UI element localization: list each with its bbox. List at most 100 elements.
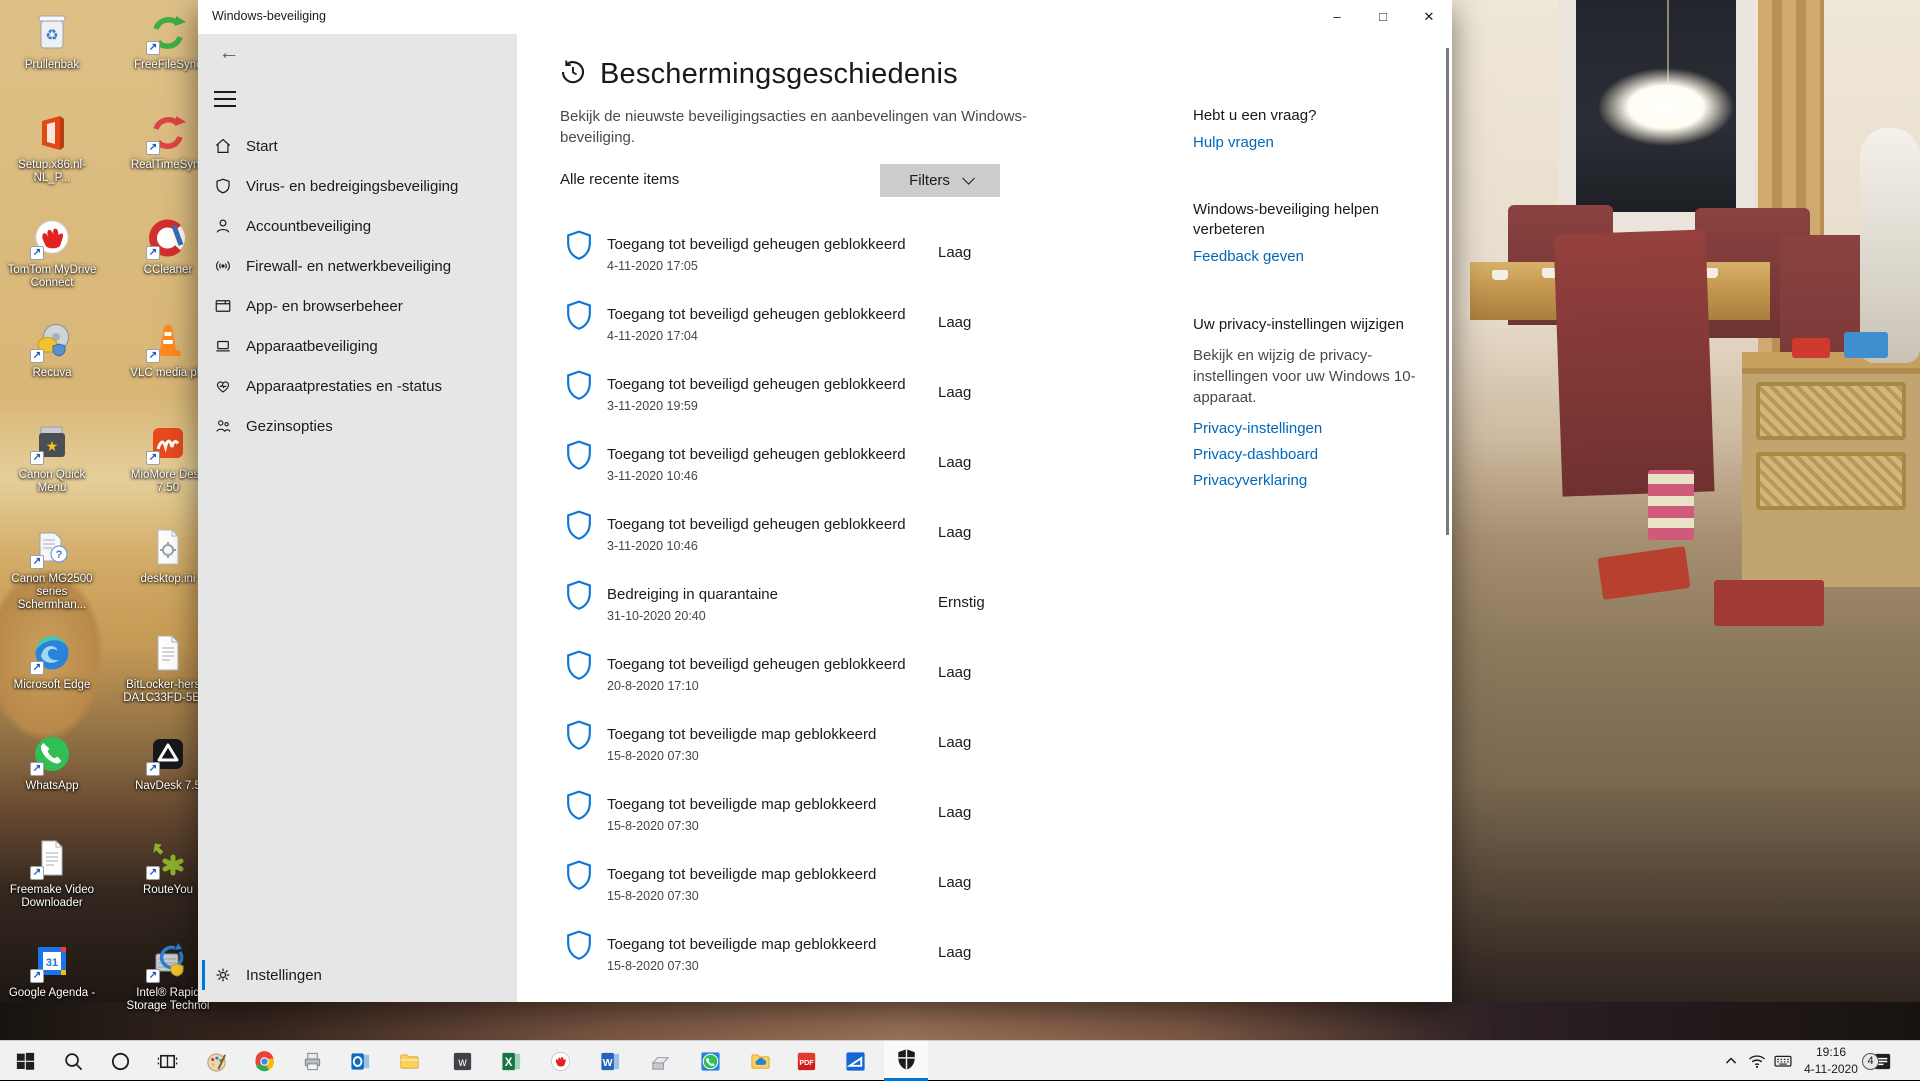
sync-red-icon: ↗ <box>145 110 191 156</box>
history-severity: Laag <box>938 664 971 681</box>
close-button[interactable]: ✕ <box>1406 0 1452 34</box>
history-date: 20-8-2020 17:10 <box>607 679 699 693</box>
feedback-link[interactable]: Feedback geven <box>1193 248 1304 265</box>
desktop-icon-tomtom-mydrive-connect[interactable]: ↗ TomTom MyDrive Connect <box>5 215 99 290</box>
taskbar-windows-security-button[interactable] <box>884 1041 928 1081</box>
history-row[interactable]: Bedreiging in quarantaine31-10-2020 20:4… <box>560 578 1030 640</box>
history-row[interactable]: Toegang tot beveiligde map geblokkeerd15… <box>560 718 1030 780</box>
taskbar-word-button[interactable]: W <box>588 1041 632 1081</box>
taskbar-whatsapp-button[interactable] <box>688 1041 732 1081</box>
history-row[interactable]: Toegang tot beveiligde map geblokkeerd15… <box>560 858 1030 920</box>
shortcut-arrow-icon: ↗ <box>30 451 44 465</box>
shortcut-arrow-icon: ↗ <box>146 246 160 260</box>
taskbar-onedrive-folder-button[interactable] <box>738 1041 782 1081</box>
back-button[interactable]: ← <box>214 38 244 68</box>
desktop-icon-freemake-video-downloader[interactable]: ↗Freemake Video Downloader <box>5 835 99 910</box>
history-title: Toegang tot beveiligde map geblokkeerd <box>607 936 876 953</box>
history-severity: Laag <box>938 314 971 331</box>
taskbar-chrome-button[interactable] <box>242 1041 286 1081</box>
desktop-icon-label: TomTom MyDrive Connect <box>5 264 99 290</box>
taskbar-excel-button[interactable]: X <box>489 1041 533 1081</box>
recuva-icon: ↗ <box>29 318 75 364</box>
privacy-statement-link[interactable]: Privacyverklaring <box>1193 472 1307 489</box>
history-row[interactable]: Toegang tot beveiligde map geblokkeerd15… <box>560 928 1030 990</box>
desktop-icon-whatsapp[interactable]: ↗ WhatsApp <box>5 731 99 793</box>
titlebar[interactable]: Windows-beveiliging – □ ✕ <box>198 0 1452 34</box>
scrollbar-thumb[interactable] <box>1446 48 1449 535</box>
sidebar-item-gezinsopties[interactable]: Gezinsopties <box>198 406 517 446</box>
sidebar-item-apparaatbeveiliging[interactable]: Apparaatbeveiliging <box>198 326 517 366</box>
taskbar-scanner-button[interactable] <box>638 1041 682 1081</box>
sidebar-item-accountbeveiliging[interactable]: Accountbeveiliging <box>198 206 517 246</box>
taskbar-search-button[interactable] <box>51 1041 95 1081</box>
desktop-icon-canon-mg2500-series-schermhan[interactable]: ?↗Canon MG2500 series Schermhan... <box>5 524 99 612</box>
history-row[interactable]: Toegang tot beveiligd geheugen geblokkee… <box>560 228 1030 290</box>
filters-button[interactable]: Filters <box>880 164 1000 197</box>
shortcut-arrow-icon: ↗ <box>146 866 160 880</box>
shortcut-arrow-icon: ↗ <box>30 246 44 260</box>
sidebar-item-app-en-browserbeheer[interactable]: App- en browserbeheer <box>198 286 517 326</box>
desktop-icon-label: Freemake Video Downloader <box>5 884 99 910</box>
notification-center-button[interactable]: 4 <box>1862 1041 1902 1081</box>
paint-icon <box>205 1050 228 1073</box>
history-row[interactable]: Toegang tot beveiligd geheugen geblokkee… <box>560 298 1030 360</box>
sidebar-item-label: Firewall- en netwerkbeveiliging <box>246 258 451 275</box>
desktop-icon-label: WhatsApp <box>5 780 99 793</box>
word-icon: W <box>599 1050 622 1073</box>
get-help-link[interactable]: Hulp vragen <box>1193 134 1274 151</box>
taskbar-pdf-button[interactable]: PDF <box>784 1041 828 1081</box>
vlc-icon: ↗ <box>145 318 191 364</box>
whatsapp-icon <box>699 1050 722 1073</box>
desktop-icon-canon-quick-menu[interactable]: ★↗Canon Quick Menu <box>5 420 99 495</box>
maximize-button[interactable]: □ <box>1360 0 1406 34</box>
sidebar-item-instellingen[interactable]: Instellingen <box>198 955 517 995</box>
desktop-icon-label: Google Agenda - <box>5 987 99 1000</box>
privacy-settings-link[interactable]: Privacy-instellingen <box>1193 420 1322 437</box>
history-row[interactable]: Toegang tot beveiligde map geblokkeerd15… <box>560 788 1030 850</box>
history-date: 15-8-2020 07:30 <box>607 749 699 763</box>
taskbar-tomtom-button[interactable] <box>538 1041 582 1081</box>
history-title: Toegang tot beveiligde map geblokkeerd <box>607 796 876 813</box>
start-button[interactable] <box>3 1041 47 1081</box>
sidebar-item-virus-en-bedreigingsbeveiliging[interactable]: Virus- en bedreigingsbeveiliging <box>198 166 517 206</box>
tray-keyboard-button[interactable] <box>1767 1041 1799 1081</box>
desktop-icon-setup-x86-nl-nl-p[interactable]: Setup.x86.nl-NL_P... <box>5 110 99 185</box>
taskbar-clock[interactable]: 19:16 4-11-2020 <box>1796 1044 1866 1078</box>
shield-icon <box>566 930 592 960</box>
chevron-down-icon <box>962 172 975 185</box>
sidebar-item-label: Accountbeveiliging <box>246 218 371 235</box>
recycle-bin-icon: ♻ <box>29 10 75 56</box>
shield-icon <box>566 510 592 540</box>
wallpaper-cup <box>1492 270 1508 280</box>
sidebar-item-start[interactable]: Start <box>198 126 517 166</box>
laptop-icon <box>214 337 232 355</box>
scanner-icon <box>649 1050 672 1073</box>
history-row[interactable]: Toegang tot beveiligd geheugen geblokkee… <box>560 438 1030 500</box>
taskbar-paint-button[interactable] <box>194 1041 238 1081</box>
history-severity: Laag <box>938 734 971 751</box>
taskbar-cortana-button[interactable] <box>98 1041 142 1081</box>
wifi-icon <box>1747 1051 1767 1071</box>
menu-icon[interactable] <box>214 91 236 107</box>
desktop-icon-prullenbak[interactable]: ♻Prullenbak <box>5 10 99 72</box>
pdf-icon: PDF <box>795 1050 818 1073</box>
desktop-icon-recuva[interactable]: ↗Recuva <box>5 318 99 380</box>
sidebar-item-apparaatprestaties-en-status[interactable]: Apparaatprestaties en -status <box>198 366 517 406</box>
history-title: Toegang tot beveiligd geheugen geblokkee… <box>607 516 906 533</box>
taskbar-word-legacy-button[interactable]: w <box>440 1041 484 1081</box>
privacy-dashboard-link[interactable]: Privacy-dashboard <box>1193 446 1318 463</box>
desktop-icon-google-agenda[interactable]: 31↗Google Agenda - <box>5 938 99 1000</box>
history-row[interactable]: Toegang tot beveiligd geheugen geblokkee… <box>560 508 1030 570</box>
taskbar-file-explorer-button[interactable] <box>387 1041 431 1081</box>
taskbar-scan-app-button[interactable] <box>833 1041 877 1081</box>
history-row[interactable]: Toegang tot beveiligd geheugen geblokkee… <box>560 368 1030 430</box>
whatsapp-icon: ↗ <box>29 731 75 777</box>
sidebar-item-firewall-en-netwerkbeveiliging[interactable]: Firewall- en netwerkbeveiliging <box>198 246 517 286</box>
taskbar-fax-printer-button[interactable] <box>290 1041 334 1081</box>
history-row[interactable]: Toegang tot beveiligd geheugen geblokkee… <box>560 648 1030 710</box>
onedrive-folder-icon <box>749 1050 772 1073</box>
taskbar-outlook-button[interactable] <box>338 1041 382 1081</box>
desktop-icon-microsoft-edge[interactable]: ↗Microsoft Edge <box>5 630 99 692</box>
taskbar-task-view-button[interactable] <box>145 1041 189 1081</box>
minimize-button[interactable]: – <box>1314 0 1360 34</box>
